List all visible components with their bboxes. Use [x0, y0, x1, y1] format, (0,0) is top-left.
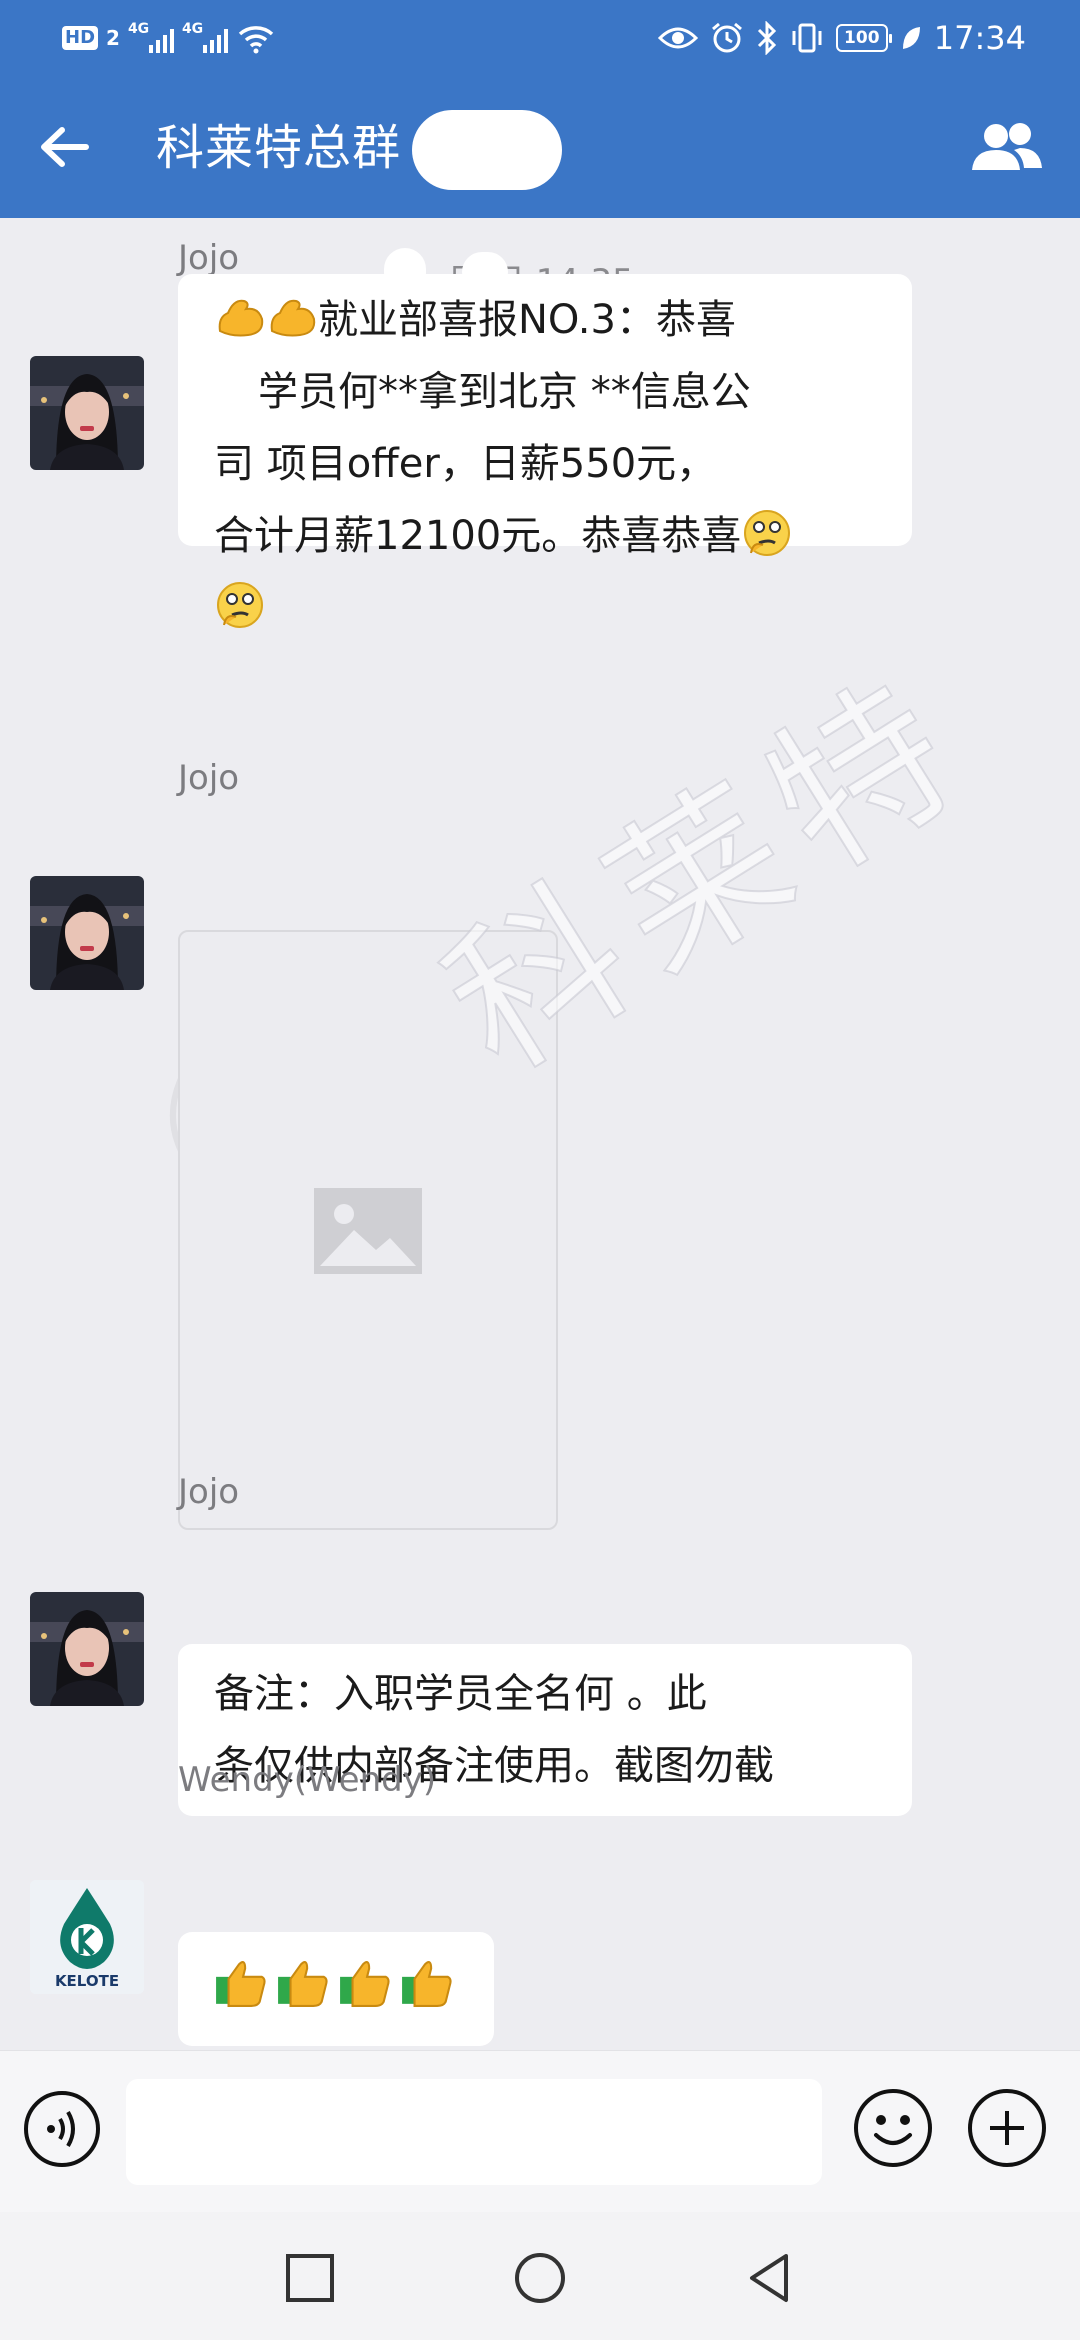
status-bar: HD 2 4G 4G 100 17:34 — [0, 0, 1080, 76]
recent-apps-icon[interactable] — [282, 2250, 338, 2306]
avatar[interactable]: KELOTE — [30, 1880, 144, 1994]
bluetooth-icon — [757, 21, 776, 55]
avatar[interactable] — [30, 1592, 144, 1706]
voice-input-icon[interactable] — [22, 2089, 102, 2169]
flexed-biceps-icon — [270, 299, 316, 337]
thumbs-up-icon — [402, 1961, 452, 2007]
sim-number: 2 — [106, 26, 120, 50]
image-placeholder-icon — [314, 1188, 422, 1274]
sender-name: Jojo — [178, 1472, 240, 1512]
message-list[interactable]: 月 日 14:35 Jojo 就业部喜报NO.3：恭喜 学员何**拿到北京 **… — [0, 218, 1080, 2050]
thinking-face-icon — [217, 582, 263, 628]
thumbs-up-icon — [278, 1961, 328, 2007]
status-time: 17:34 — [933, 19, 1026, 57]
sender-name: Jojo — [178, 238, 240, 278]
home-circle-icon[interactable] — [512, 2250, 568, 2306]
chat-header: 科莱特总群 — [0, 76, 1080, 218]
wifi-icon — [238, 26, 274, 54]
thumbs-up-icon — [340, 1961, 390, 2007]
watermark-text: 科莱特 — [413, 639, 1003, 1111]
message-bubble[interactable] — [178, 1932, 494, 2046]
network-label: 4G — [127, 21, 150, 37]
group-members-icon[interactable] — [968, 118, 1046, 178]
sender-name: Wendy(Wendy) — [178, 1760, 437, 1800]
avatar-logo-text: KELOTE — [55, 1972, 119, 1990]
battery-icon: 100 — [835, 24, 892, 52]
group-title: 科莱特总群 — [156, 120, 402, 176]
message-bubble[interactable]: 就业部喜报NO.3：恭喜 学员何**拿到北京 **信息公 司 项目offer，日… — [178, 274, 912, 628]
vibrate-icon — [792, 23, 822, 53]
back-arrow-icon[interactable] — [32, 114, 98, 180]
alarm-icon — [711, 22, 742, 53]
eye-icon — [657, 27, 698, 49]
message-input[interactable] — [126, 2079, 822, 2185]
redaction-blot — [412, 110, 562, 190]
leaf-icon — [902, 27, 920, 49]
system-nav-bar — [0, 2212, 1080, 2340]
emoji-smile-icon[interactable] — [852, 2087, 934, 2169]
avatar[interactable] — [30, 876, 144, 990]
message-text: 就业部喜报NO.3：恭喜 学员何**拿到北京 **信息公 司 项目offer，日… — [214, 284, 876, 644]
flexed-biceps-icon — [218, 299, 264, 337]
thumbs-up-icon — [216, 1961, 266, 2007]
back-triangle-icon[interactable] — [742, 2250, 798, 2306]
sender-name: Jojo — [178, 758, 240, 798]
input-bar — [0, 2050, 1080, 2213]
network-label: 4G — [181, 21, 204, 37]
hd-badge: HD — [62, 26, 99, 50]
signal-icon: 4G — [128, 21, 174, 55]
thinking-face-icon — [744, 510, 791, 556]
plus-circle-icon[interactable] — [966, 2087, 1048, 2169]
avatar[interactable] — [30, 356, 144, 470]
signal-icon: 4G — [182, 21, 228, 55]
